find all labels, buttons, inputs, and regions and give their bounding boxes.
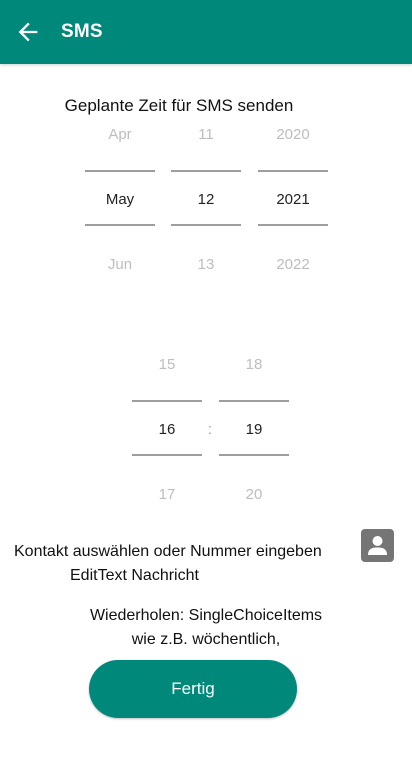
minute-divider-bottom	[219, 454, 289, 456]
schedule-heading: Geplante Zeit für SMS senden	[64, 96, 294, 115]
minute-selected[interactable]: 19	[219, 421, 289, 438]
month-prev[interactable]: Apr	[85, 126, 155, 143]
year-selected[interactable]: 2021	[258, 191, 328, 208]
year-prev[interactable]: 2020	[258, 126, 328, 143]
hour-prev[interactable]: 15	[132, 356, 202, 373]
contact-person-icon	[368, 536, 387, 555]
day-prev[interactable]: 11	[171, 126, 241, 143]
minute-divider-top	[219, 400, 289, 402]
hour-next[interactable]: 17	[132, 486, 202, 503]
hour-divider-bottom	[132, 454, 202, 456]
minute-next[interactable]: 20	[219, 486, 289, 503]
month-selected[interactable]: May	[85, 191, 155, 208]
message-edittext[interactable]: EditText Nachricht	[70, 567, 199, 585]
back-button[interactable]	[14, 18, 42, 46]
arrow-back-icon	[18, 22, 38, 42]
repeat-option-line1[interactable]: Wiederholen: SingleChoiceItems	[0, 607, 412, 625]
year-divider-top	[258, 170, 328, 172]
page-title: SMS	[61, 21, 103, 42]
day-divider-bottom	[171, 224, 241, 226]
contact-input-label[interactable]: Kontakt auswählen oder Nummer eingeben	[14, 543, 322, 561]
time-separator: :	[207, 421, 213, 438]
repeat-option-line2[interactable]: wie z.B. wöchentlich,	[0, 631, 412, 649]
month-next[interactable]: Jun	[85, 256, 155, 273]
select-contact-button[interactable]	[361, 529, 394, 562]
minute-prev[interactable]: 18	[219, 356, 289, 373]
app-bar: SMS	[0, 0, 412, 64]
day-selected[interactable]: 12	[171, 191, 241, 208]
hour-selected[interactable]: 16	[132, 421, 202, 438]
hour-divider-top	[132, 400, 202, 402]
day-next[interactable]: 13	[171, 256, 241, 273]
year-divider-bottom	[258, 224, 328, 226]
month-divider-top	[85, 170, 155, 172]
day-divider-top	[171, 170, 241, 172]
done-button[interactable]: Fertig	[89, 660, 297, 718]
month-divider-bottom	[85, 224, 155, 226]
year-next[interactable]: 2022	[258, 256, 328, 273]
